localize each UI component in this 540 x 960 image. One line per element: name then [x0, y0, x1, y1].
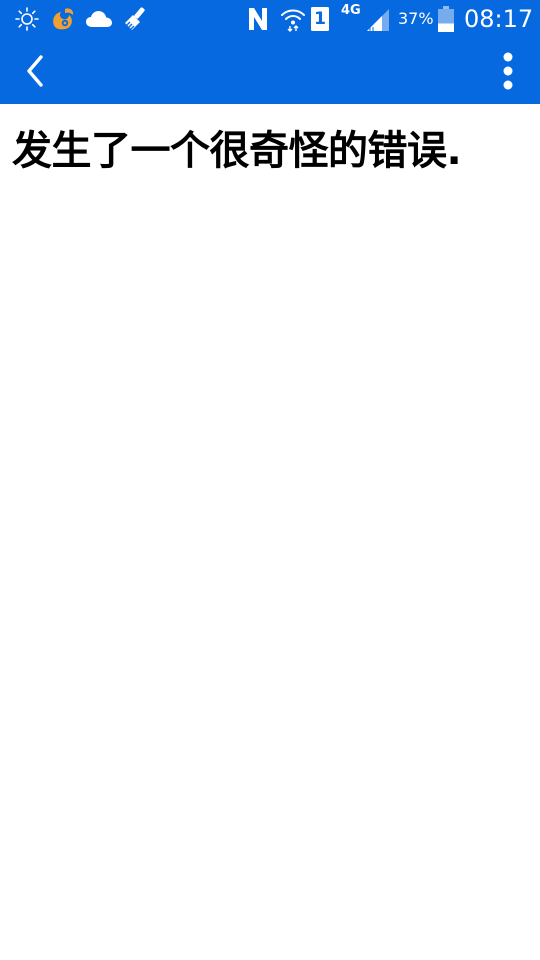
cleaner-brush-icon — [120, 0, 150, 38]
app-bar — [0, 38, 540, 104]
battery-level-fill — [438, 23, 454, 32]
signal-icon — [364, 0, 392, 38]
uc-browser-squirrel-icon — [48, 0, 78, 38]
screen: 1 4G 37% 08:17 发生了一个很奇怪的错误. — [0, 0, 540, 960]
sim-slot-label: 1 — [314, 9, 326, 29]
error-message: 发生了一个很奇怪的错误. — [12, 128, 462, 174]
more-vert-icon — [503, 52, 513, 90]
cloud-icon — [84, 0, 114, 38]
battery-icon — [436, 0, 456, 38]
status-bar: 1 4G 37% 08:17 — [0, 0, 540, 38]
brightness-icon — [12, 0, 42, 38]
content-area: 发生了一个很奇怪的错误. — [0, 104, 540, 960]
network-type-label: 4G — [341, 3, 361, 18]
chevron-left-icon — [27, 55, 43, 87]
overflow-menu-button[interactable] — [484, 43, 532, 99]
battery-percent: 37% — [398, 9, 434, 28]
nfc-icon — [245, 0, 271, 38]
clock: 08:17 — [464, 5, 534, 33]
wifi-icon — [278, 0, 308, 38]
sim-1-icon: 1 — [310, 0, 330, 38]
back-button[interactable] — [8, 43, 64, 99]
